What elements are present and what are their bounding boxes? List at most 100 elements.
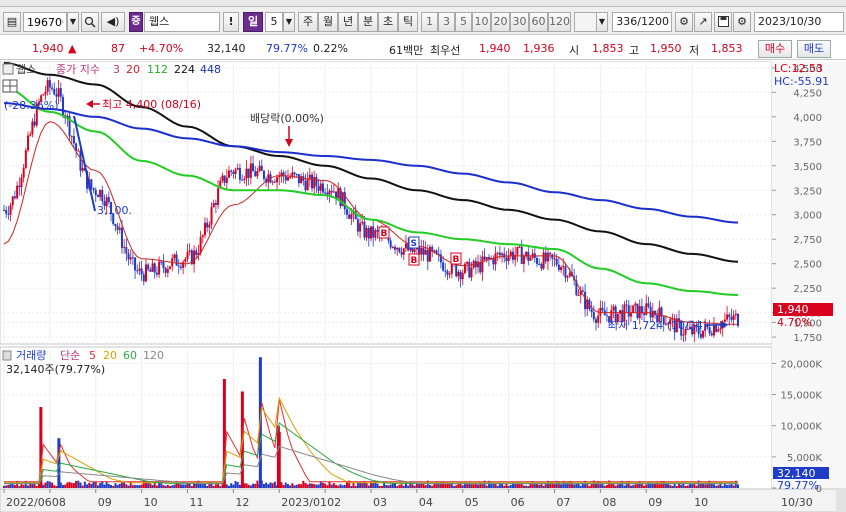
date-field[interactable]: 2023/10/30 [754,12,844,32]
current-price: 1,940 [32,42,64,55]
stock-code-input[interactable] [23,12,67,32]
interval-1-button[interactable]: 1 [421,12,438,32]
candle-body [365,227,368,238]
period-week-button[interactable]: 주 [298,12,318,32]
candle-settings-icon[interactable]: ⚙ [675,12,693,32]
search-icon[interactable] [81,12,99,32]
volume-bar [712,484,715,488]
candle-body [400,252,403,255]
ma-period-224: 224 [174,63,195,76]
volume-bar [619,484,622,488]
candle-body [538,263,541,265]
candle-body [271,181,274,183]
candle-body [27,135,30,151]
vol-ma-60: 60 [123,349,137,362]
chart-area[interactable]: 1,7501,9002,0002,2502,5002,7503,0003,250… [0,60,846,512]
period-tick-button[interactable]: 틱 [398,12,418,32]
interval-10-button[interactable]: 10 [472,12,491,32]
candle-body [158,261,161,275]
annotation-pct: (-28.36%) [4,99,59,112]
chart-menu-icon[interactable]: ▤ [3,12,21,32]
candle-body [155,272,158,275]
period-minute-button[interactable]: 분 [358,12,378,32]
candle-body [214,202,217,205]
volume-bar [691,484,694,488]
stock-chart-window: ▤ ▼ ◀) 증 웹스 ! 일 5 ▼ 주 월 년 분 초 틱 1 3 5 10… [0,0,846,512]
candle-body [29,134,32,136]
candle-body [402,248,405,255]
x-tick-label: 10/30 [781,496,813,509]
volume-bar [5,485,8,488]
volume-bar [182,484,185,488]
volume-bar [179,484,182,488]
candle-body [391,247,394,249]
sell-button[interactable]: 매도 [797,40,831,58]
volume-bar [389,484,392,488]
interval-3-button[interactable]: 3 [438,12,455,32]
price-tick-label: 1,750 [793,333,822,344]
custom-interval-dropdown-icon[interactable]: ▼ [596,12,608,32]
volume-ratio: 79.77% [266,42,308,55]
interval-5-button[interactable]: 5 [455,12,472,32]
candle-body [140,268,143,275]
save-icon[interactable] [714,12,732,32]
lc-value: LC:12.53 [774,62,823,75]
period-year-button[interactable]: 년 [338,12,358,32]
volume-bar [247,484,250,488]
volume-bar [376,483,379,488]
stock-code-field[interactable] [24,13,66,31]
open-price: 1,853 [592,42,624,55]
candle-body [210,207,213,225]
ask-price: 1,940 [479,42,511,55]
ma-period-3: 3 [113,63,120,76]
volume-bar [64,484,67,488]
alert-button[interactable]: ! [223,12,239,32]
volume-bar [55,486,58,488]
panel-menu-icon[interactable] [2,63,14,75]
volume-bar [254,483,257,488]
gear-icon[interactable]: ⚙ [733,12,751,32]
candle-body [612,306,615,311]
period-dropdown-icon[interactable]: ▼ [283,12,295,32]
volume-bar [616,484,619,488]
interval-60-button[interactable]: 60 [529,12,548,32]
volume-bar [330,484,333,488]
interval-30-button[interactable]: 30 [510,12,529,32]
volume-bar [125,484,128,488]
candle-body [520,246,523,264]
candle-body [363,221,366,238]
x-tick-label: 08 [602,496,616,509]
candle-body [708,327,711,334]
candle-body [634,303,637,306]
trend-line-icon[interactable]: ↗ [694,12,712,32]
interval-20-button[interactable]: 20 [491,12,510,32]
stock-name-field[interactable]: 웹스 [144,12,220,32]
period-second-button[interactable]: 초 [378,12,398,32]
buy-button[interactable]: 매수 [758,40,792,58]
candle-body [33,121,36,126]
period-month-button[interactable]: 월 [318,12,338,32]
interval-120-button[interactable]: 120 [548,12,571,32]
period-day-button[interactable]: 일 [243,12,263,32]
volume-bar [437,483,440,488]
volume-bar [212,486,215,488]
candle-body [249,163,252,178]
volume-bar [83,481,86,488]
speaker-icon[interactable]: ◀) [101,12,125,32]
volume-bar [206,485,209,488]
candle-body [46,80,49,92]
period-value-field[interactable]: 5 [265,12,283,32]
chart-scroll-corner[interactable] [836,489,846,512]
candle-body [308,174,311,179]
candle-body [509,251,512,256]
volume-panel-menu-icon[interactable] [2,350,12,361]
volume-bar [721,485,724,488]
code-dropdown-icon[interactable]: ▼ [67,12,79,32]
chart-svg[interactable]: 1,7501,9002,0002,2502,5002,7503,0003,250… [0,60,846,512]
volume-bar [645,484,648,488]
volume-bar [365,482,368,488]
volume-bar [477,484,480,488]
volume-panel[interactable] [0,346,773,490]
data-count-field[interactable]: 336/1200 [612,12,672,32]
annotation-low: 최저 1,724 (10/24) [608,319,707,332]
